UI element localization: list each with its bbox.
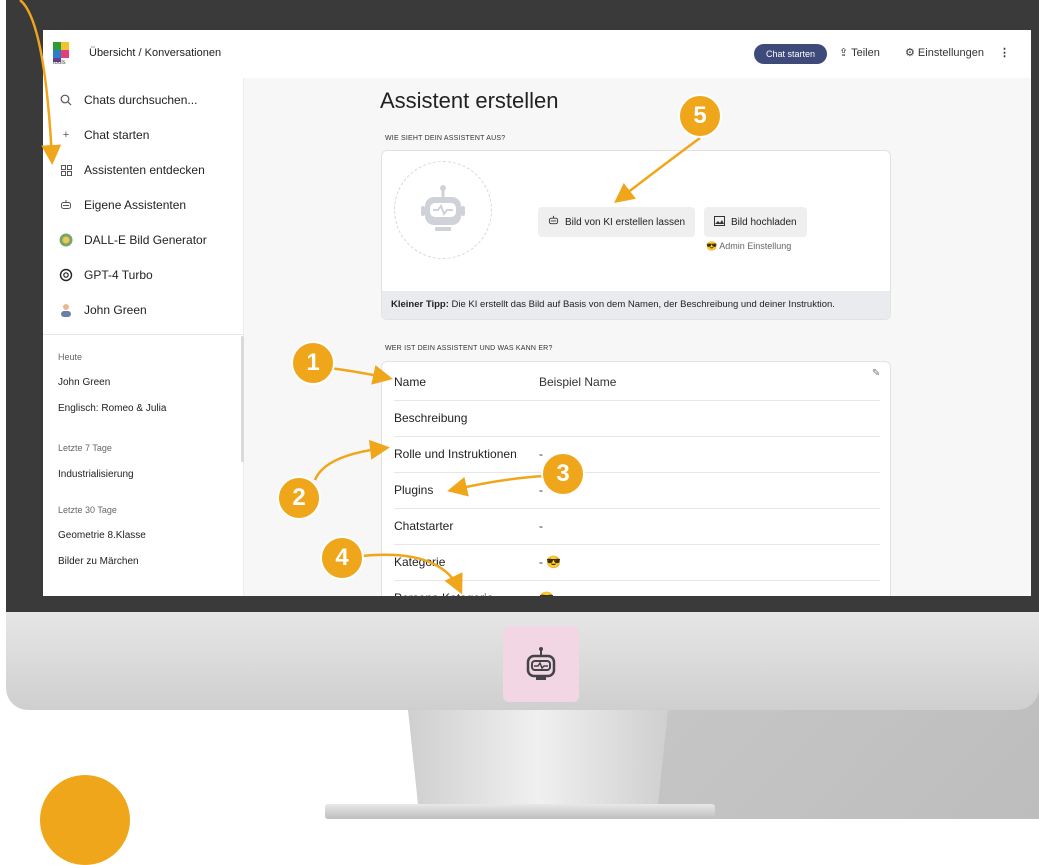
page-title: Assistent erstellen xyxy=(380,88,559,113)
robot-logo xyxy=(503,626,579,702)
share-button[interactable]: ⇪ Teilen xyxy=(839,46,880,59)
share-label: Teilen xyxy=(851,47,880,59)
monitor-base xyxy=(325,804,715,819)
sidebar-item-label: DALL-E Bild Generator xyxy=(84,233,207,247)
field-row-instructions[interactable]: Rolle und Instruktionen - xyxy=(394,436,880,473)
assistant-avatar[interactable] xyxy=(394,161,492,259)
sunglasses-emoji-icon: 😎 xyxy=(706,241,718,251)
field-value: - xyxy=(539,447,543,461)
tip-title: Kleiner Tipp: xyxy=(391,299,449,310)
openai-icon xyxy=(59,268,73,282)
field-key: Rolle und Instruktionen xyxy=(394,447,517,461)
ai-image-label: Bild von KI erstellen lassen xyxy=(565,216,686,228)
monitor-stand xyxy=(408,710,668,808)
logo-text: tools xyxy=(53,60,66,66)
sidebar-item-discover[interactable]: Assistenten entdecken xyxy=(59,160,205,180)
section-label-appearance: WIE SIEHT DEIN ASSISTENT AUS? xyxy=(385,135,506,142)
history-heading-week: Letzte 7 Tage xyxy=(58,443,112,453)
sidebar-item-label: Chat starten xyxy=(84,128,150,142)
ai-image-button[interactable]: Bild von KI erstellen lassen xyxy=(538,207,696,237)
section-label-identity: WER IST DEIN ASSISTENT UND WAS KANN ER? xyxy=(385,345,553,352)
field-value: Beispiel Name xyxy=(539,375,617,389)
tip-text: Die KI erstellt das Bild auf Basis von d… xyxy=(448,299,835,310)
field-value: 😎 xyxy=(539,591,554,596)
annotation-badge-4: 4 xyxy=(320,536,364,580)
admin-setting-note: 😎 Admin Einstellung xyxy=(706,241,791,252)
field-row-persona-category[interactable]: Persona Kategorie 😎 xyxy=(394,580,880,596)
sidebar-item-label: Chats durchsuchen... xyxy=(84,93,198,107)
annotation-badge-5: 5 xyxy=(678,94,722,138)
sidebar-divider xyxy=(43,334,243,335)
person-icon xyxy=(59,303,73,317)
sidebar-item-own-assistants[interactable]: Eigene Assistenten xyxy=(59,195,186,215)
sidebar-item-label: Assistenten entdecken xyxy=(84,163,205,177)
upload-image-button[interactable]: Bild hochladen xyxy=(704,207,807,237)
field-key: Persona Kategorie xyxy=(394,591,493,596)
tip-banner: Kleiner Tipp: Die KI erstellt das Bild a… xyxy=(382,291,890,319)
search-icon xyxy=(59,93,73,107)
annotation-badge-3: 3 xyxy=(541,452,585,496)
history-item[interactable]: Englisch: Romeo & Julia xyxy=(58,403,166,414)
history-heading-today: Heute xyxy=(58,352,83,362)
sidebar: Chats durchsuchen... + Chat starten Assis… xyxy=(43,78,244,596)
field-row-chatstarter[interactable]: Chatstarter - xyxy=(394,508,880,545)
identity-card: ✎ Name Beispiel Name Beschreibung Rolle … xyxy=(381,361,891,596)
history-item[interactable]: Geometrie 8.Klasse xyxy=(58,530,146,541)
field-key: Kategorie xyxy=(394,555,446,569)
annotation-badge-2: 2 xyxy=(277,476,321,520)
sidebar-item-label: Eigene Assistenten xyxy=(84,198,187,212)
image-icon xyxy=(714,215,725,229)
monitor-bezel-corner xyxy=(6,0,566,30)
app-screen: tools Übersicht / Konversationen Chat st… xyxy=(43,30,1031,596)
grid-icon xyxy=(59,163,73,177)
sidebar-item-gpt4[interactable]: GPT-4 Turbo xyxy=(59,265,153,285)
field-row-category[interactable]: Kategorie - 😎 xyxy=(394,544,880,581)
history-item[interactable]: Bilder zu Märchen xyxy=(58,556,139,567)
top-bar: tools Übersicht / Konversationen Chat st… xyxy=(43,30,1031,79)
gear-icon: ⚙ xyxy=(905,47,918,59)
field-row-name[interactable]: Name Beispiel Name xyxy=(394,364,880,401)
plus-icon: + xyxy=(62,129,70,141)
appearance-card: Bild von KI erstellen lassen Bild hochla… xyxy=(381,150,891,320)
history-item[interactable]: John Green xyxy=(58,377,110,388)
chat-start-button[interactable]: Chat starten xyxy=(754,44,828,64)
field-value: - xyxy=(539,483,543,497)
decor-circle xyxy=(40,775,130,865)
sidebar-item-dalle[interactable]: DALL-E Bild Generator xyxy=(59,230,207,250)
annotation-badge-1: 1 xyxy=(291,341,335,385)
sidebar-item-label: GPT-4 Turbo xyxy=(84,268,153,282)
sidebar-item-label: John Green xyxy=(84,303,147,317)
sidebar-item-search[interactable]: Chats durchsuchen... xyxy=(59,90,197,110)
field-key: Beschreibung xyxy=(394,411,468,425)
robot-icon xyxy=(548,215,559,229)
main-content: Assistent erstellen WIE SIEHT DEIN ASSIS… xyxy=(244,78,1031,596)
robot-icon xyxy=(59,198,73,212)
settings-button[interactable]: ⚙ Einstellungen xyxy=(905,46,984,59)
field-key: Chatstarter xyxy=(394,519,454,533)
field-row-description[interactable]: Beschreibung xyxy=(394,400,880,437)
sidebar-item-john-green[interactable]: John Green xyxy=(59,300,147,320)
admin-setting-label: Admin Einstellung xyxy=(719,241,792,251)
field-value: - 😎 xyxy=(539,555,562,569)
field-row-plugins[interactable]: Plugins - xyxy=(394,472,880,509)
field-value: - xyxy=(539,519,543,533)
upload-image-label: Bild hochladen xyxy=(731,216,797,228)
dalle-icon xyxy=(59,233,73,247)
sidebar-item-chat-start[interactable]: + Chat starten xyxy=(59,125,150,145)
history-item[interactable]: Industrialisierung xyxy=(58,469,134,480)
share-icon: ⇪ xyxy=(839,47,852,59)
field-key: Plugins xyxy=(394,483,434,497)
robot-icon xyxy=(421,185,465,231)
history-heading-month: Letzte 30 Tage xyxy=(58,505,117,515)
more-menu-icon[interactable]: ⋮ xyxy=(999,46,1010,59)
field-key: Name xyxy=(394,375,427,389)
settings-label: Einstellungen xyxy=(917,47,984,59)
breadcrumb[interactable]: Übersicht / Konversationen xyxy=(89,47,221,59)
